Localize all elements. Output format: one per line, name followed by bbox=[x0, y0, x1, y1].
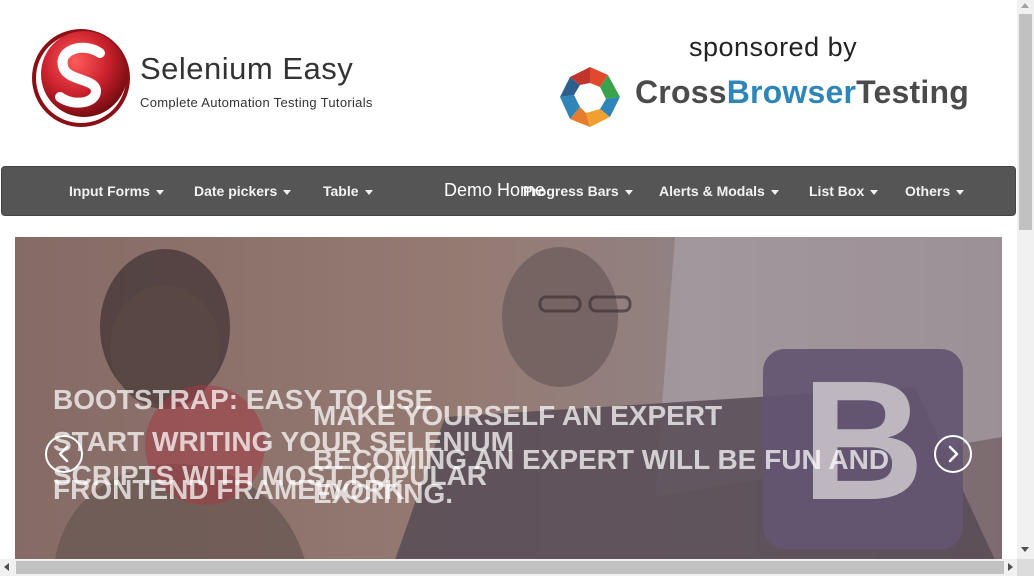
caret-down-icon bbox=[770, 189, 779, 195]
nav-item-label: Alerts & Modals bbox=[659, 183, 765, 199]
page: Selenium Easy Complete Automation Testin… bbox=[0, 0, 1034, 576]
slide-heading: FRONTEND FRAMEWORK bbox=[53, 474, 405, 505]
sponsor-name-part3: Testing bbox=[856, 74, 969, 110]
carousel-next-button[interactable] bbox=[934, 435, 972, 473]
nav-alerts-modals[interactable]: Alerts & Modals bbox=[659, 183, 779, 199]
scroll-left-arrow-icon[interactable] bbox=[4, 563, 9, 571]
site-brand[interactable]: Selenium Easy Complete Automation Testin… bbox=[30, 27, 430, 129]
scroll-down-arrow-icon[interactable] bbox=[1021, 547, 1029, 552]
vertical-scrollbar[interactable] bbox=[1017, 0, 1034, 559]
caret-down-icon bbox=[956, 189, 965, 195]
hero-carousel[interactable]: B BOOTSTRAP: EASY TO USE MAKE YOURSELF A… bbox=[15, 237, 1002, 560]
chevron-left-icon bbox=[58, 445, 69, 463]
sponsor-label: sponsored by bbox=[689, 32, 858, 62]
caret-down-icon bbox=[364, 189, 373, 195]
horizontal-scrollbar[interactable] bbox=[0, 559, 1034, 576]
sponsor-name: CrossBrowserTesting bbox=[635, 74, 969, 111]
scroll-right-arrow-icon[interactable] bbox=[1008, 563, 1013, 571]
nav-item-label: Date pickers bbox=[194, 183, 278, 199]
chevron-right-icon bbox=[948, 445, 959, 463]
nav-list-box[interactable]: List Box bbox=[809, 183, 879, 199]
sponsor-banner[interactable]: sponsored by CrossBrowserTesting bbox=[555, 30, 995, 130]
sponsor-name-part1: Cross bbox=[635, 74, 727, 110]
selenium-easy-logo-icon bbox=[32, 29, 130, 127]
nav-item-label: List Box bbox=[809, 183, 865, 199]
caret-down-icon bbox=[283, 189, 292, 195]
nav-date-pickers[interactable]: Date pickers bbox=[194, 183, 292, 199]
carousel-prev-button[interactable] bbox=[45, 435, 83, 473]
nav-others[interactable]: Others bbox=[905, 183, 965, 199]
caret-down-icon bbox=[870, 189, 879, 195]
caret-down-icon bbox=[624, 189, 633, 195]
nav-table[interactable]: Table bbox=[323, 183, 373, 199]
main-navbar: Input Forms Date pickers Table Progress … bbox=[1, 166, 1016, 216]
scrollbar-corner bbox=[1017, 559, 1034, 576]
sponsor-name-part2: Browser bbox=[726, 74, 857, 110]
nav-input-forms[interactable]: Input Forms bbox=[69, 183, 164, 199]
site-tagline: Complete Automation Testing Tutorials bbox=[140, 95, 373, 110]
crossbrowsertesting-logo-icon bbox=[560, 67, 620, 127]
nav-demo-home[interactable]: Demo Home bbox=[444, 180, 545, 201]
scroll-up-arrow-icon[interactable] bbox=[1021, 3, 1029, 8]
caret-down-icon bbox=[155, 189, 164, 195]
horizontal-scroll-thumb[interactable] bbox=[16, 561, 1004, 574]
nav-item-label: Others bbox=[905, 183, 951, 199]
nav-item-label: Input Forms bbox=[69, 183, 150, 199]
vertical-scroll-thumb[interactable] bbox=[1019, 14, 1032, 230]
site-name: Selenium Easy bbox=[140, 51, 354, 86]
nav-item-label: Table bbox=[323, 183, 359, 199]
